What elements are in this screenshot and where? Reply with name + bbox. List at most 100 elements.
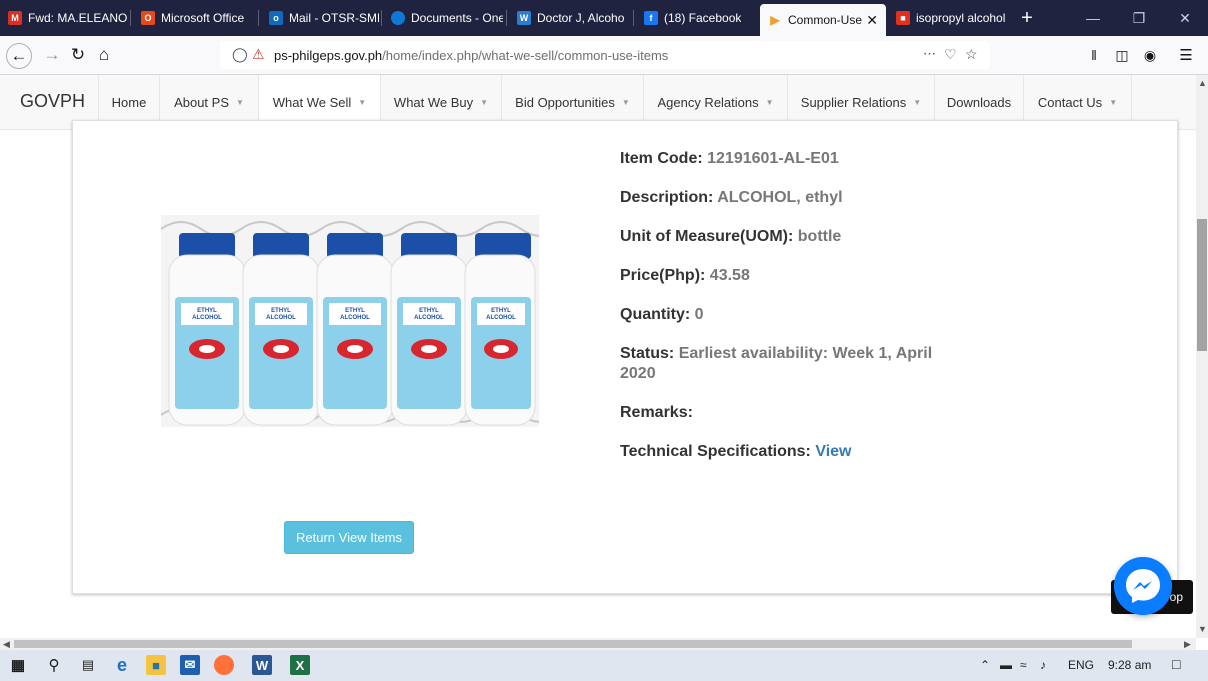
page-content: ETHYL ALCOHOL ETHYL ALCOHOL ETHYL ALCOHO… xyxy=(0,120,1196,638)
tab-microsoft-office[interactable]: O Microsoft Office xyxy=(133,3,255,33)
excel-taskbar-icon[interactable]: X xyxy=(290,655,310,675)
remarks-row: Remarks: xyxy=(620,403,950,423)
restore-icon[interactable]: ❐ xyxy=(1116,0,1162,36)
account-icon[interactable]: ◉ xyxy=(1136,41,1164,69)
quantity-value: 0 xyxy=(694,306,704,323)
shield-icon[interactable]: ◯ xyxy=(232,46,248,63)
notifications-icon[interactable]: □ xyxy=(1172,656,1180,672)
menu-icon[interactable]: ☰ xyxy=(1172,41,1200,69)
tab-mail[interactable]: o Mail - OTSR-SME xyxy=(261,3,379,33)
tab-separator xyxy=(381,10,382,26)
product-details: Item Code: 12191601-AL-E01 Description: … xyxy=(620,149,950,481)
scroll-up-arrow-icon[interactable]: ▲ xyxy=(1198,78,1207,88)
pocket-icon[interactable]: ♡ xyxy=(944,46,957,63)
scroll-right-arrow-icon[interactable]: ▶ xyxy=(1184,639,1191,650)
caret-down-icon: ▼ xyxy=(480,97,489,107)
description-value: ALCOHOL, ethyl xyxy=(717,189,843,206)
task-view-icon[interactable]: ▤ xyxy=(78,655,98,675)
caret-down-icon: ▼ xyxy=(1109,97,1118,107)
forward-arrow-icon[interactable]: → xyxy=(38,41,66,69)
word-taskbar-icon[interactable]: W xyxy=(252,655,272,675)
close-window-icon[interactable]: ✕ xyxy=(1162,0,1208,36)
battery-icon[interactable]: ▬ xyxy=(1000,658,1012,672)
remarks-label: Remarks: xyxy=(620,404,693,421)
wifi-icon[interactable]: ≈ xyxy=(1020,658,1027,672)
firefox-icon[interactable] xyxy=(214,655,234,675)
volume-icon[interactable]: ♪ xyxy=(1040,658,1046,672)
mail-icon[interactable]: ✉ xyxy=(180,655,200,675)
insecure-lock-icon[interactable]: ⚠ xyxy=(252,46,265,63)
bottle-label-text: ALCOHOL xyxy=(340,315,370,321)
windows-start-icon[interactable]: ▦ xyxy=(8,655,28,675)
tab-word-document[interactable]: W Doctor J, Alcoho xyxy=(509,3,631,33)
reload-icon[interactable]: ↻ xyxy=(64,41,92,69)
bottle-label-text: ALCOHOL xyxy=(414,315,444,321)
horizontal-scrollbar[interactable]: ◀ ▶ xyxy=(0,638,1196,650)
vertical-scrollbar[interactable]: ▲ ▼ xyxy=(1196,75,1208,638)
nav-label: Downloads xyxy=(946,94,1012,110)
edge-icon[interactable]: e xyxy=(112,655,132,675)
vertical-scroll-thumb[interactable] xyxy=(1197,219,1207,351)
caret-down-icon: ▼ xyxy=(913,97,922,107)
caret-down-icon: ▼ xyxy=(236,97,244,107)
url-text: ps-philgeps.gov.ph/home/index.php/what-w… xyxy=(274,48,668,63)
tab-label: isopropyl alcohol xyxy=(916,11,1006,25)
bottle-label-text: ETHYL xyxy=(271,308,291,314)
description-row: Description: ALCOHOL, ethyl xyxy=(620,188,950,208)
messenger-chat-icon[interactable] xyxy=(1114,557,1172,615)
clock[interactable]: 9:28 am xyxy=(1108,658,1151,672)
url-domain: ps-philgeps.gov.ph xyxy=(274,48,383,63)
tab-isopropyl-alcohol[interactable]: ■ isopropyl alcohol xyxy=(888,3,1010,33)
back-arrow-icon[interactable]: ← xyxy=(6,43,32,69)
horizontal-scroll-thumb[interactable] xyxy=(14,640,1132,648)
search-icon[interactable]: ⚲ xyxy=(44,655,64,675)
tab-label: Common-Use xyxy=(788,13,862,27)
tab-label: Documents - One xyxy=(411,11,503,25)
tab-onedrive-documents[interactable]: Documents - One xyxy=(383,3,503,33)
library-icon[interactable]: ‖ xyxy=(1080,41,1108,69)
uom-label: Unit of Measure(UOM): xyxy=(620,228,794,245)
item-code-value: 12191601-AL-E01 xyxy=(707,150,839,167)
bookmark-star-icon[interactable]: ☆ xyxy=(965,46,978,63)
product-image: ETHYL ALCOHOL ETHYL ALCOHOL ETHYL ALCOHO… xyxy=(161,215,539,427)
office-icon: O xyxy=(141,11,155,25)
sidebar-icon[interactable]: ◫ xyxy=(1108,41,1136,69)
address-bar[interactable]: ◯ ⚠ ps-philgeps.gov.ph/home/index.php/wh… xyxy=(220,41,990,69)
back-to-top-label: op xyxy=(1169,590,1183,604)
price-label: Price(Php): xyxy=(620,267,706,284)
tab-facebook[interactable]: f (18) Facebook xyxy=(636,3,756,33)
product-panel: ETHYL ALCOHOL ETHYL ALCOHOL ETHYL ALCOHO… xyxy=(72,120,1178,594)
language-indicator[interactable]: ENG xyxy=(1068,658,1094,672)
status-label: Status: xyxy=(620,345,675,362)
close-tab-icon[interactable]: ✕ xyxy=(866,12,878,29)
return-view-items-button[interactable]: Return View Items xyxy=(284,521,414,554)
tech-spec-view-link[interactable]: View xyxy=(815,443,851,460)
new-tab-button[interactable]: + xyxy=(1014,4,1040,32)
bottle-label-text: ALCOHOL xyxy=(486,315,516,321)
scroll-left-arrow-icon[interactable]: ◀ xyxy=(3,639,10,650)
item-code-row: Item Code: 12191601-AL-E01 xyxy=(620,149,950,169)
bottle-label-text: ALCOHOL xyxy=(192,315,222,321)
tab-common-use-active[interactable]: ▶ Common-Use ✕ xyxy=(760,4,886,36)
bottle-label-text: ETHYL xyxy=(491,308,511,314)
status-row: Status: Earliest availability: Week 1, A… xyxy=(620,344,940,384)
file-explorer-icon[interactable]: ■ xyxy=(146,655,166,675)
tab-gmail[interactable]: M Fwd: MA.ELEANO xyxy=(0,3,128,33)
site-brand[interactable]: GOVPH xyxy=(20,91,85,112)
bottle-label-text: ALCOHOL xyxy=(266,315,296,321)
outlook-icon: o xyxy=(269,11,283,25)
nav-label: Bid Opportunities xyxy=(515,94,615,110)
home-icon[interactable]: ⌂ xyxy=(90,41,118,69)
uom-value: bottle xyxy=(797,228,842,245)
scroll-down-arrow-icon[interactable]: ▼ xyxy=(1198,624,1207,634)
bottle-label-text: ETHYL xyxy=(345,308,365,314)
nav-label: About PS xyxy=(174,94,229,110)
minimize-icon[interactable]: — xyxy=(1070,0,1116,36)
tab-label: Mail - OTSR-SME xyxy=(289,11,379,25)
tray-chevron-icon[interactable]: ⌃ xyxy=(980,658,990,672)
nav-label: Contact Us xyxy=(1037,94,1103,110)
tech-spec-row: Technical Specifications: View xyxy=(620,442,950,462)
tab-label: (18) Facebook xyxy=(664,11,742,25)
page-actions-icon[interactable]: ⋯ xyxy=(923,46,936,62)
quantity-row: Quantity: 0 xyxy=(620,305,950,325)
